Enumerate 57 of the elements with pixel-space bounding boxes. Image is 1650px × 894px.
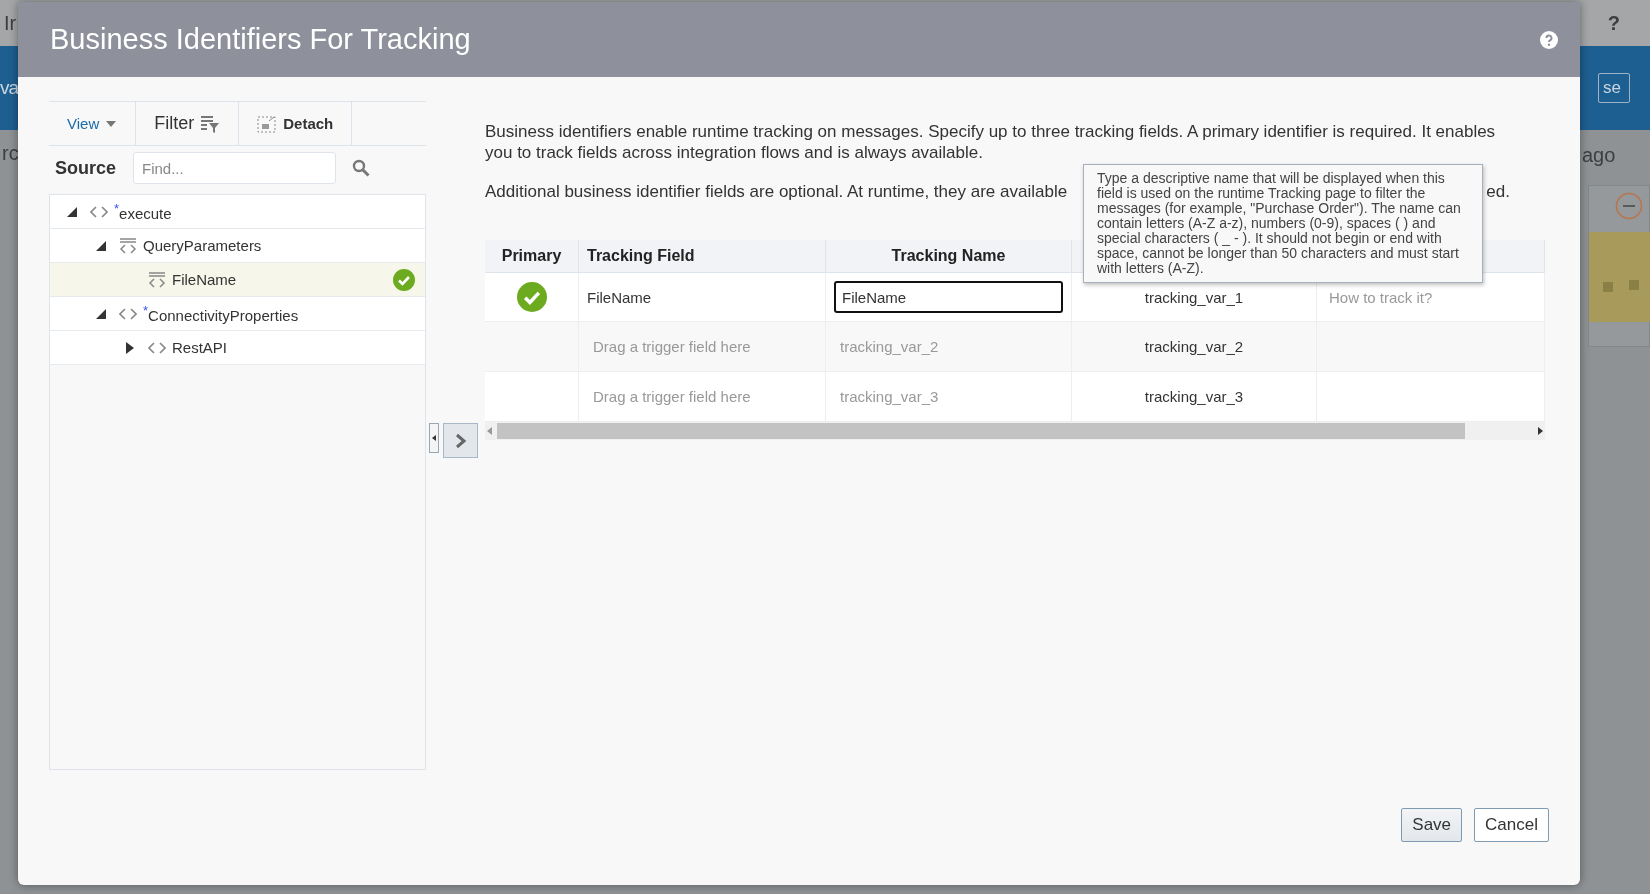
element-icon bbox=[148, 341, 166, 354]
element-icon bbox=[119, 307, 137, 320]
filter-icon bbox=[200, 114, 221, 133]
background-help[interactable]: ? bbox=[1607, 11, 1620, 35]
cancel-button[interactable]: Cancel bbox=[1474, 808, 1549, 842]
description-text: Business identifiers enable runtime tracking on messages. Specify up to three tracking fields. A primary identifier is required. It enables you to track fields across integration flows and is always available. bbox=[485, 121, 1497, 163]
horizontal-scrollbar[interactable] bbox=[485, 422, 1545, 440]
collapse-handle[interactable] bbox=[429, 423, 439, 453]
tree-row[interactable]: $^{*}$ConnectivityProperties bbox=[50, 297, 425, 331]
background-text: rc bbox=[2, 142, 19, 164]
table-cell: tracking_var_3 bbox=[826, 372, 1072, 422]
background-text: va bbox=[0, 77, 19, 99]
background-button[interactable]: se bbox=[1598, 73, 1630, 103]
tooltip: Type a descriptive name that will be displayed when this field is used on the runtime Tracking page to filter the messages (for example, "Purchase Order"). The name can contain letters (A-Z a-z), numbers (0-9), spaces ( ) and special characters ( _ - ). It should not begin or end with space, cannot be longer than 50 characters and must start with letters (A-Z). bbox=[1083, 164, 1483, 283]
save-button[interactable]: Save bbox=[1401, 808, 1463, 842]
tracking-method-input[interactable]: How to track it? bbox=[1323, 288, 1538, 306]
description-text: Additional business identifier fields are optional. At runtime, they are available bbox=[485, 181, 1068, 202]
search-field[interactable]: Find... bbox=[133, 152, 336, 184]
description-text: ed. bbox=[1486, 181, 1510, 202]
detach-icon bbox=[257, 114, 278, 133]
tracking-name-field[interactable]: FileName bbox=[834, 281, 1063, 313]
filter-button[interactable]: Filter bbox=[136, 102, 240, 145]
element-icon bbox=[90, 205, 108, 218]
help-icon[interactable] bbox=[1540, 30, 1558, 49]
table-cell: tracking_var_3 bbox=[1072, 372, 1317, 422]
caret-icon bbox=[105, 119, 118, 128]
dialog-title: Business Identifiers For Tracking bbox=[50, 23, 471, 56]
tree-label: QueryParameters bbox=[143, 237, 262, 254]
table-cell: FileName bbox=[579, 273, 826, 322]
caret-left-icon bbox=[432, 435, 436, 441]
table-cell: tracking_var_2 bbox=[826, 322, 1072, 372]
tree-row[interactable]: QueryParameters bbox=[50, 229, 425, 263]
tree-label: RestAPI bbox=[172, 339, 228, 356]
minus-circle-icon bbox=[1615, 192, 1643, 220]
column-header: Primary bbox=[485, 240, 579, 273]
tree-label: $^{*}$ConnectivityProperties bbox=[143, 303, 299, 324]
detach-button[interactable]: Detach bbox=[239, 102, 353, 145]
search-icon[interactable] bbox=[352, 159, 370, 177]
tree-row[interactable]: FileName bbox=[50, 263, 425, 297]
tree-row[interactable]: RestAPI bbox=[50, 331, 425, 365]
column-header: Tracking Name bbox=[826, 240, 1072, 273]
column-header: Tracking Field bbox=[579, 240, 826, 273]
expand-toggle-icon[interactable] bbox=[124, 340, 136, 355]
scroll-thumb[interactable] bbox=[497, 423, 1465, 439]
background-text: ago bbox=[1581, 144, 1617, 167]
source-label: Source bbox=[55, 157, 117, 179]
scroll-right-icon[interactable] bbox=[1535, 426, 1545, 436]
map-button[interactable] bbox=[443, 423, 478, 458]
view-menu[interactable]: View bbox=[49, 102, 137, 145]
group-icon bbox=[119, 236, 137, 255]
group-icon bbox=[148, 270, 166, 289]
tree-label: $^{*}$execute bbox=[114, 201, 172, 222]
background-text: Ir bbox=[4, 11, 17, 35]
table-cell: tracking_var_2 bbox=[1072, 322, 1317, 372]
tree-label: FileName bbox=[172, 271, 237, 288]
chevron-right-icon bbox=[454, 432, 467, 449]
tree-row[interactable]: $^{*}$execute bbox=[50, 195, 425, 229]
